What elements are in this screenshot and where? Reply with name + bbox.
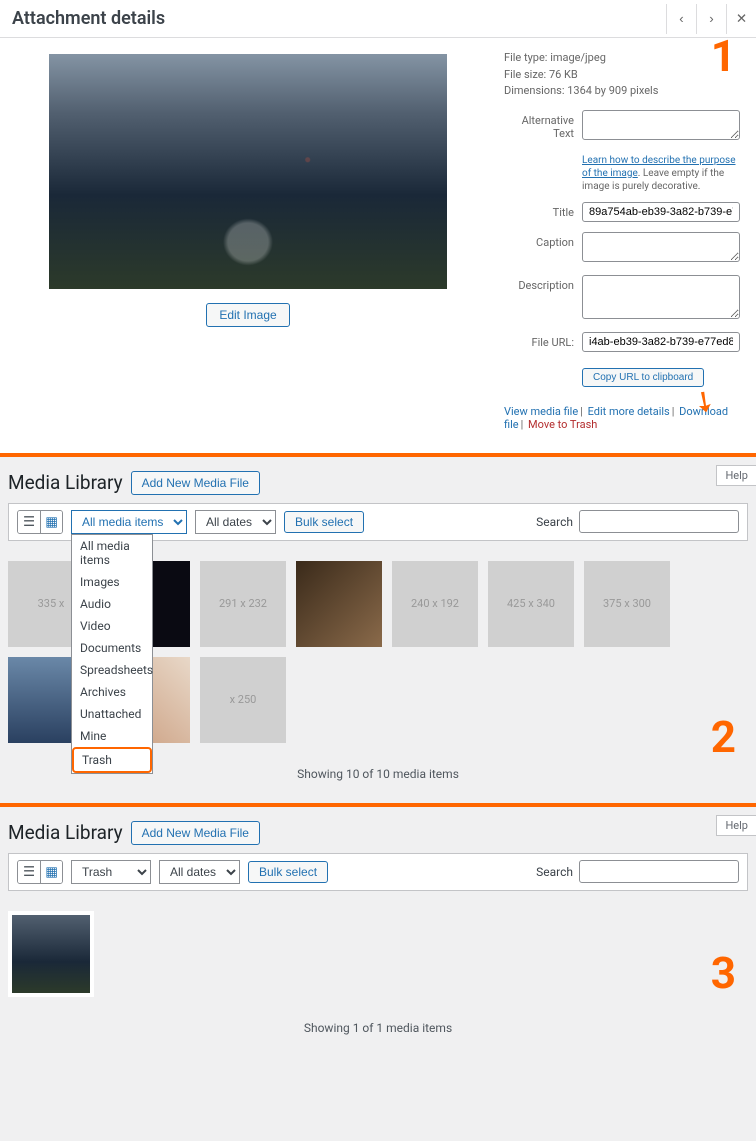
modal-title: Attachment details — [0, 0, 177, 37]
edit-image-button[interactable]: Edit Image — [206, 303, 289, 327]
dropdown-item-audio[interactable]: Audio — [72, 593, 152, 615]
title-label: Title — [504, 202, 582, 219]
help-tab[interactable]: Help — [716, 815, 756, 836]
modal-header: Attachment details ‹ › ✕ — [0, 0, 756, 38]
dropdown-item-archives[interactable]: Archives — [72, 681, 152, 703]
description-input[interactable] — [582, 275, 740, 319]
bulk-select-button[interactable]: Bulk select — [284, 511, 364, 533]
file-url-input[interactable] — [582, 332, 740, 352]
file-type: File type: image/jpeg — [504, 50, 740, 67]
prev-button[interactable]: ‹ — [666, 4, 696, 34]
media-library-panel-3: Help Media Library Add New Media File ☰ … — [0, 807, 756, 1141]
media-type-filter[interactable]: Trash — [71, 860, 151, 884]
image-preview-pane: Edit Image — [0, 38, 496, 453]
library-header: Media Library Add New Media File — [0, 457, 756, 503]
file-url-label: File URL: — [504, 332, 582, 349]
copy-url-button[interactable]: Copy URL to clipboard — [582, 368, 704, 387]
add-new-media-button[interactable]: Add New Media File — [131, 821, 260, 845]
media-grid — [0, 891, 756, 1007]
media-type-filter[interactable]: All media items — [71, 510, 187, 534]
dropdown-item-all[interactable]: All media items — [72, 535, 152, 571]
move-to-trash-link[interactable]: Move to Trash — [528, 418, 597, 431]
media-thumb[interactable]: 240 x 192 — [392, 561, 478, 647]
file-url-row: File URL: — [504, 332, 740, 352]
bulk-select-button[interactable]: Bulk select — [248, 861, 328, 883]
grid-icon: ▦ — [45, 514, 58, 530]
media-thumb[interactable]: 291 x 232 — [200, 561, 286, 647]
alt-help-row: Learn how to describe the purpose of the… — [504, 153, 740, 192]
media-library-panel-2: Help Media Library Add New Media File ☰ … — [0, 457, 756, 807]
search-wrap: Search — [536, 510, 739, 533]
library-toolbar: ☰ ▦ Trash All dates Bulk select Search — [8, 853, 748, 891]
file-dimensions: Dimensions: 1364 by 909 pixels — [504, 83, 740, 100]
search-label: Search — [536, 515, 573, 529]
description-row: Description — [504, 275, 740, 322]
media-thumb[interactable] — [8, 911, 94, 997]
media-thumb[interactable]: x 250 — [200, 657, 286, 743]
view-media-link[interactable]: View media file — [504, 405, 578, 418]
description-label: Description — [504, 275, 582, 292]
caption-input[interactable] — [582, 232, 740, 262]
search-label: Search — [536, 865, 573, 879]
search-input[interactable] — [579, 510, 739, 533]
library-title: Media Library — [8, 471, 123, 494]
step-number-2: 2 — [711, 711, 736, 763]
media-type-filter-wrap: All media items All media items Images A… — [71, 510, 187, 534]
dropdown-item-unattached[interactable]: Unattached — [72, 703, 152, 725]
list-view-button[interactable]: ☰ — [18, 511, 40, 533]
next-button[interactable]: › — [696, 4, 726, 34]
media-type-dropdown: All media items Images Audio Video Docum… — [71, 534, 153, 774]
grid-icon: ▦ — [45, 864, 58, 880]
dropdown-item-images[interactable]: Images — [72, 571, 152, 593]
media-thumb[interactable]: 425 x 340 — [488, 561, 574, 647]
title-input[interactable] — [582, 202, 740, 222]
dropdown-item-documents[interactable]: Documents — [72, 637, 152, 659]
preview-image — [49, 54, 447, 289]
modal-body: Edit Image File type: image/jpeg File si… — [0, 38, 756, 453]
media-thumb[interactable] — [296, 561, 382, 647]
library-toolbar: ☰ ▦ All media items All media items Imag… — [8, 503, 748, 541]
close-button[interactable]: ✕ — [726, 4, 756, 34]
dropdown-item-mine[interactable]: Mine — [72, 725, 152, 747]
date-filter[interactable]: All dates — [195, 510, 276, 534]
list-icon: ☰ — [23, 514, 35, 530]
dropdown-item-spreadsheets[interactable]: Spreadsheets — [72, 659, 152, 681]
date-filter[interactable]: All dates — [159, 860, 240, 884]
media-thumb[interactable]: 375 x 300 — [584, 561, 670, 647]
alt-text-input[interactable] — [582, 110, 740, 140]
step-number-3: 3 — [711, 947, 736, 999]
dropdown-item-trash[interactable]: Trash — [72, 747, 152, 773]
list-view-button[interactable]: ☰ — [18, 861, 40, 883]
dropdown-item-video[interactable]: Video — [72, 615, 152, 637]
alt-text-row: Alternative Text — [504, 110, 740, 143]
caption-label: Caption — [504, 232, 582, 249]
library-header: Media Library Add New Media File — [0, 807, 756, 853]
title-row: Title — [504, 202, 740, 222]
alt-text-label: Alternative Text — [504, 110, 582, 140]
add-new-media-button[interactable]: Add New Media File — [131, 471, 260, 495]
grid-view-button[interactable]: ▦ — [40, 511, 62, 533]
caption-row: Caption — [504, 232, 740, 265]
list-icon: ☰ — [23, 864, 35, 880]
attachment-details-modal: Attachment details ‹ › ✕ Edit Image File… — [0, 0, 756, 457]
edit-details-link[interactable]: Edit more details — [588, 405, 670, 418]
grid-view-button[interactable]: ▦ — [40, 861, 62, 883]
modal-nav: ‹ › ✕ — [666, 4, 756, 34]
view-mode-group: ☰ ▦ — [17, 510, 63, 534]
help-tab[interactable]: Help — [716, 465, 756, 486]
view-mode-group: ☰ ▦ — [17, 860, 63, 884]
search-wrap: Search — [536, 860, 739, 883]
search-input[interactable] — [579, 860, 739, 883]
step-number-1: 1 — [711, 30, 736, 82]
library-title: Media Library — [8, 821, 123, 844]
file-size: File size: 76 KB — [504, 67, 740, 84]
